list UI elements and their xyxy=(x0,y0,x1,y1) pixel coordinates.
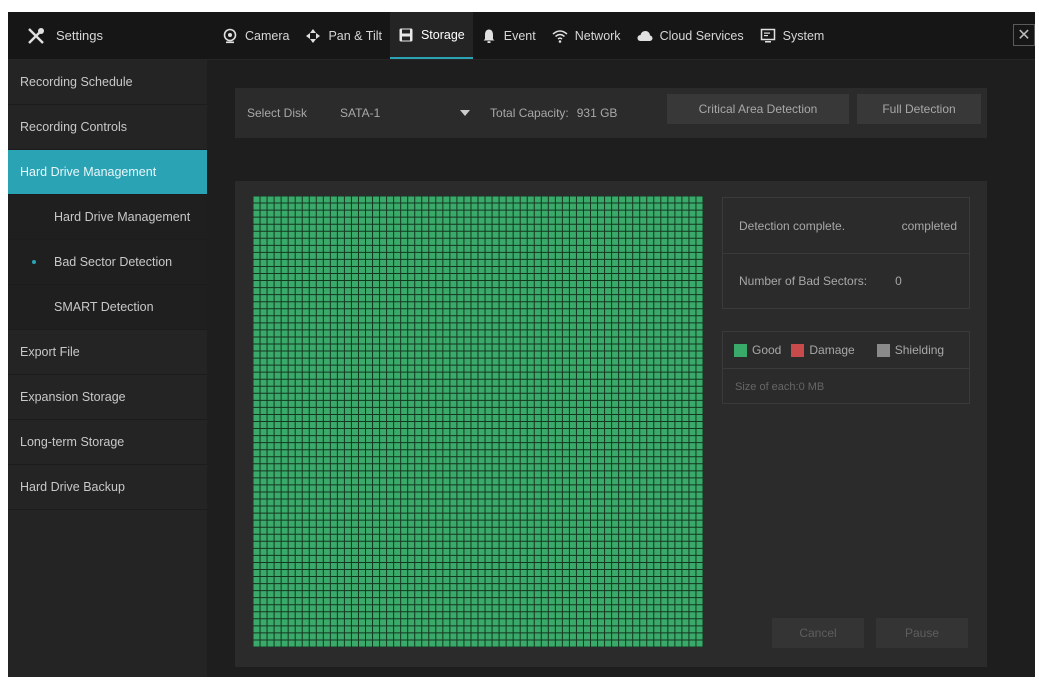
sidebar-item-expansion-storage[interactable]: Expansion Storage xyxy=(8,375,207,420)
settings-window: Settings Camera Pan & Tilt Storage Event… xyxy=(8,12,1035,677)
sidebar-item-label: Bad Sector Detection xyxy=(54,255,173,269)
sidebar-item-label: Hard Drive Management xyxy=(20,165,157,179)
pan-tilt-icon xyxy=(306,28,321,43)
storage-icon xyxy=(399,28,413,41)
cloud-icon xyxy=(637,30,653,41)
chevron-down-icon xyxy=(460,110,471,116)
block-size-text: Size of each:0 MB xyxy=(735,381,825,393)
damage-swatch-icon xyxy=(791,343,805,357)
bad-sectors-value: 0 xyxy=(895,274,902,288)
full-detection-button[interactable]: Full Detection xyxy=(857,94,981,124)
critical-area-detection-button[interactable]: Critical Area Detection xyxy=(667,94,849,124)
sidebar-item-label: Hard Drive Backup xyxy=(20,480,125,494)
tab-network[interactable]: Network xyxy=(544,12,629,59)
camera-icon xyxy=(223,28,237,43)
select-disk-label: Select Disk xyxy=(247,106,308,120)
sidebar-item-label: SMART Detection xyxy=(54,300,154,314)
sidebar-item-recording-controls[interactable]: Recording Controls xyxy=(8,105,207,150)
event-icon xyxy=(483,29,495,43)
sidebar-item-export-file[interactable]: Export File xyxy=(8,330,207,375)
detection-status-box: Detection complete. completed Number of … xyxy=(722,197,970,309)
sector-map-grid xyxy=(253,196,703,647)
close-icon: ✕ xyxy=(1017,27,1031,44)
tab-camera[interactable]: Camera xyxy=(214,12,297,59)
legend-damage-label: Damage xyxy=(809,343,855,357)
disk-select[interactable]: SATA-1 xyxy=(332,99,481,127)
sidebar-item-label: Hard Drive Management xyxy=(54,210,191,224)
detection-status-row: Detection complete. completed xyxy=(723,198,969,253)
top-bar: Settings Camera Pan & Tilt Storage Event… xyxy=(8,12,1035,60)
sector-legend: Good Damage Shielding Size of each:0 MB xyxy=(722,331,970,404)
bad-sectors-row: Number of Bad Sectors: 0 xyxy=(723,253,969,308)
detection-status-value: completed xyxy=(901,218,957,233)
sidebar-subitem-bad-sector-detection[interactable]: Bad Sector Detection xyxy=(8,240,207,285)
sidebar-item-hard-drive-backup[interactable]: Hard Drive Backup xyxy=(8,465,207,510)
tab-storage[interactable]: Storage xyxy=(389,12,473,59)
sidebar-item-label: Export File xyxy=(20,345,80,359)
tab-storage-label: Storage xyxy=(420,27,465,42)
pause-button[interactable]: Pause xyxy=(876,618,968,648)
tab-cloud-services-label: Cloud Services xyxy=(659,28,744,43)
total-capacity-label: Total Capacity: xyxy=(490,106,569,120)
total-capacity-value: 931 GB xyxy=(576,106,618,120)
sidebar-item-label: Expansion Storage xyxy=(20,390,126,404)
main-tabs: Camera Pan & Tilt Storage Event Network … xyxy=(214,12,832,59)
sidebar-item-label: Recording Controls xyxy=(20,120,127,134)
close-button[interactable]: ✕ xyxy=(1013,24,1035,46)
tab-network-label: Network xyxy=(574,28,621,43)
sidebar-item-label: Recording Schedule xyxy=(20,75,133,89)
cancel-button[interactable]: Cancel xyxy=(772,618,864,648)
settings-label: Settings xyxy=(56,28,103,43)
legend-good: Good xyxy=(734,343,781,357)
tab-pan-tilt[interactable]: Pan & Tilt xyxy=(297,12,390,59)
legend-shielding: Shielding xyxy=(876,343,945,357)
shielding-swatch-icon xyxy=(876,343,890,357)
tab-system[interactable]: System xyxy=(752,12,833,59)
sidebar-item-recording-schedule[interactable]: Recording Schedule xyxy=(8,60,207,105)
detection-panel: Detection complete. completed Number of … xyxy=(235,181,987,667)
legend-damage: Damage xyxy=(791,343,855,357)
sidebar-subitem-hard-drive-management[interactable]: Hard Drive Management xyxy=(8,195,207,240)
bad-sectors-label: Number of Bad Sectors: xyxy=(739,274,868,288)
wifi-icon xyxy=(552,29,568,43)
settings-title: Settings xyxy=(26,12,103,59)
main-content: Select Disk SATA-1 Total Capacity: 931 G… xyxy=(207,60,1035,677)
tab-event[interactable]: Event xyxy=(473,12,544,59)
disk-select-value: SATA-1 xyxy=(340,106,381,120)
sidebar-item-long-term-storage[interactable]: Long-term Storage xyxy=(8,420,207,465)
legend-good-label: Good xyxy=(752,343,782,357)
tab-event-label: Event xyxy=(503,28,536,43)
tab-camera-label: Camera xyxy=(245,28,290,43)
detection-status-label: Detection complete. xyxy=(739,218,846,233)
sidebar-subitem-smart-detection[interactable]: SMART Detection xyxy=(8,285,207,330)
tab-system-label: System xyxy=(782,28,825,43)
sidebar: Recording Schedule Recording Controls Ha… xyxy=(8,60,207,677)
tab-pan-tilt-label: Pan & Tilt xyxy=(328,28,382,43)
sidebar-item-label: Long-term Storage xyxy=(20,435,125,449)
sidebar-item-hard-drive-management[interactable]: Hard Drive Management xyxy=(8,150,207,195)
disk-toolbar: Select Disk SATA-1 Total Capacity: 931 G… xyxy=(235,88,987,138)
settings-tools-icon xyxy=(28,27,44,44)
legend-shielding-label: Shielding xyxy=(894,343,945,357)
legend-items: Good Damage Shielding xyxy=(723,332,969,369)
monitor-icon xyxy=(760,28,775,42)
tab-cloud-services[interactable]: Cloud Services xyxy=(629,12,752,59)
selected-bullet-icon xyxy=(32,260,36,264)
good-swatch-icon xyxy=(734,343,747,357)
